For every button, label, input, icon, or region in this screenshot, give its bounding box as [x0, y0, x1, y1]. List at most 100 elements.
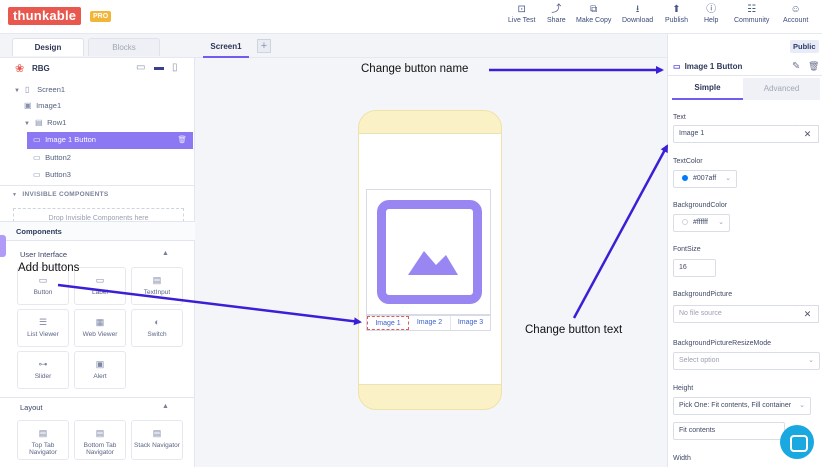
clear-picture-button[interactable]: ✕ — [797, 305, 819, 323]
edit-icon[interactable]: ✎ — [792, 61, 800, 72]
account-button[interactable]: ☺ Account — [783, 3, 808, 31]
top-tab-icon: ▤ — [38, 428, 48, 438]
label-icon: ▭ — [95, 275, 105, 285]
alert-icon: ▣ — [95, 359, 105, 369]
tile-label[interactable]: ▭ Label — [74, 267, 126, 305]
divider — [0, 397, 195, 398]
annotation-add-buttons: Add buttons — [18, 262, 80, 274]
panel-drag-handle[interactable] — [0, 235, 6, 257]
share-button[interactable]: ⤴ Share — [547, 3, 566, 31]
bgcolor-picker[interactable]: #ffffff ⌄ — [673, 214, 730, 232]
height-mode-field[interactable]: Fit contents — [673, 422, 785, 440]
collapse-icon[interactable]: ▲ — [162, 403, 169, 410]
desktop-view-icon[interactable]: ▯ — [172, 62, 178, 73]
fontsize-field[interactable]: 16 — [673, 259, 716, 277]
textcolor-label: TextColor — [673, 158, 703, 165]
button-icon: ▭ — [38, 275, 48, 285]
tab-blocks[interactable]: Blocks — [88, 38, 160, 56]
tile-web-viewer[interactable]: ▦ Web Viewer — [74, 309, 126, 347]
pro-badge: PRO — [90, 11, 112, 22]
download-icon: ⭳ — [635, 4, 640, 15]
tree-image1[interactable]: ▣ Image1 — [24, 98, 61, 114]
public-badge[interactable]: Public — [790, 40, 819, 53]
image1-button[interactable]: Image 1 — [367, 316, 409, 330]
chevron-down-icon: ⌄ — [718, 219, 724, 226]
tile-top-tab-navigator[interactable]: ▤ Top Tab Navigator — [17, 420, 69, 460]
button-icon: ▭ — [673, 62, 681, 71]
button-icon: ▭ — [33, 135, 41, 144]
tree-button3[interactable]: ▭ Button3 — [33, 167, 71, 183]
test-icon: ⊡ — [517, 4, 526, 15]
tile-alert[interactable]: ▣ Alert — [74, 351, 126, 389]
community-button[interactable]: ☷ Community — [734, 3, 769, 31]
color-swatch — [682, 219, 688, 226]
tab-advanced[interactable]: Advanced — [743, 78, 820, 100]
project-name: RBG — [32, 64, 50, 73]
switch-icon: ◐ — [154, 317, 160, 327]
chevron-down-icon: ⌄ — [808, 357, 814, 364]
textcolor-picker[interactable]: #007aff ⌄ — [673, 170, 737, 188]
add-screen-button[interactable]: + — [257, 39, 271, 53]
ui-section-title[interactable]: User Interface — [20, 250, 67, 259]
height-label: Height — [673, 385, 694, 392]
project-row: ❀ RBG ▭ ▬ ▯ — [0, 58, 195, 80]
color-swatch — [682, 175, 688, 182]
tile-switch[interactable]: ◐ Switch — [131, 309, 183, 347]
clear-text-button[interactable]: ✕ — [797, 125, 819, 143]
height-select[interactable]: Pick One: Fit contents, Fill container ⌄ — [673, 397, 811, 415]
tile-list-viewer[interactable]: ☰ List Viewer — [17, 309, 69, 347]
publish-button[interactable]: ⬆ Publish — [665, 3, 688, 31]
button-icon: ▭ — [33, 170, 41, 179]
image2-button[interactable]: Image 2 — [409, 316, 451, 330]
tab-design[interactable]: Design — [12, 38, 84, 56]
stack-icon: ▤ — [152, 428, 162, 438]
help-button[interactable]: ⓘ Help — [704, 3, 718, 31]
divider — [667, 75, 822, 76]
screen-icon: ▯ — [25, 85, 30, 94]
tile-slider[interactable]: ⊶ Slider — [17, 351, 69, 389]
annotation-change-text: Change button text — [525, 324, 623, 336]
tile-stack-navigator[interactable]: ▤ Stack Navigator — [131, 420, 183, 460]
collapse-icon[interactable]: ▲ — [162, 250, 169, 257]
community-icon: ☷ — [747, 4, 757, 15]
bgpicture-label: BackgroundPicture — [673, 291, 733, 298]
tile-bottom-tab-navigator[interactable]: ▤ Bottom Tab Navigator — [74, 420, 126, 460]
text-field[interactable]: Image 1 — [673, 125, 798, 143]
tree-screen1[interactable]: ▼ ▯ Screen1 — [14, 82, 65, 98]
textinput-icon: ▤ — [152, 275, 162, 285]
text-label: Text — [673, 114, 686, 121]
invisible-dropzone[interactable]: Drop Invisible Components here — [13, 208, 184, 222]
live-test-button[interactable]: ⊡ Live Test — [508, 3, 536, 31]
trash-icon[interactable]: 🗑 — [177, 132, 187, 148]
web-icon: ▦ — [95, 317, 105, 327]
annotation-change-name: Change button name — [361, 63, 469, 75]
thunkable-logo[interactable]: thunkable — [8, 7, 82, 25]
component-title: ▭ Image 1 Button — [673, 62, 743, 71]
tablet-view-icon[interactable]: ▬ — [154, 62, 164, 73]
trash-icon[interactable]: 🗑 — [808, 61, 819, 72]
phone-view-icon[interactable]: ▭ — [136, 62, 145, 73]
width-label: Width — [673, 455, 691, 462]
tree-image1-button[interactable]: ▭ Image 1 Button 🗑 — [27, 132, 193, 149]
tree-button2[interactable]: ▭ Button2 — [33, 150, 71, 166]
tab-screen1[interactable]: Screen1 — [203, 38, 249, 58]
chat-support-button[interactable] — [780, 425, 814, 459]
left-tabs: Design Blocks — [0, 34, 195, 58]
layout-section-title[interactable]: Layout — [20, 403, 43, 412]
tree-row1[interactable]: ▼ ▤ Row1 — [24, 115, 66, 131]
tab-simple[interactable]: Simple — [672, 78, 743, 100]
account-icon: ☺ — [790, 4, 801, 15]
bgpicture-field[interactable]: No file source — [673, 305, 798, 323]
caret-down-icon: ▼ — [12, 192, 18, 198]
image3-button[interactable]: Image 3 — [451, 316, 490, 330]
fontsize-label: FontSize — [673, 246, 701, 253]
resize-mode-label: BackgroundPictureResizeMode — [673, 340, 772, 347]
make-copy-button[interactable]: ⧉ Make Copy — [576, 3, 611, 31]
invisible-components-header[interactable]: ▼ INVISIBLE COMPONENTS — [12, 191, 109, 198]
tile-textinput[interactable]: ▤ TextInput — [131, 267, 183, 305]
button-icon: ▭ — [33, 153, 41, 162]
screen-tabs: Screen1 + — [195, 34, 667, 58]
resize-mode-select[interactable]: Select option ⌄ — [673, 352, 820, 370]
caret-down-icon: ▼ — [24, 121, 30, 127]
download-button[interactable]: ⭳ Download — [622, 3, 653, 31]
